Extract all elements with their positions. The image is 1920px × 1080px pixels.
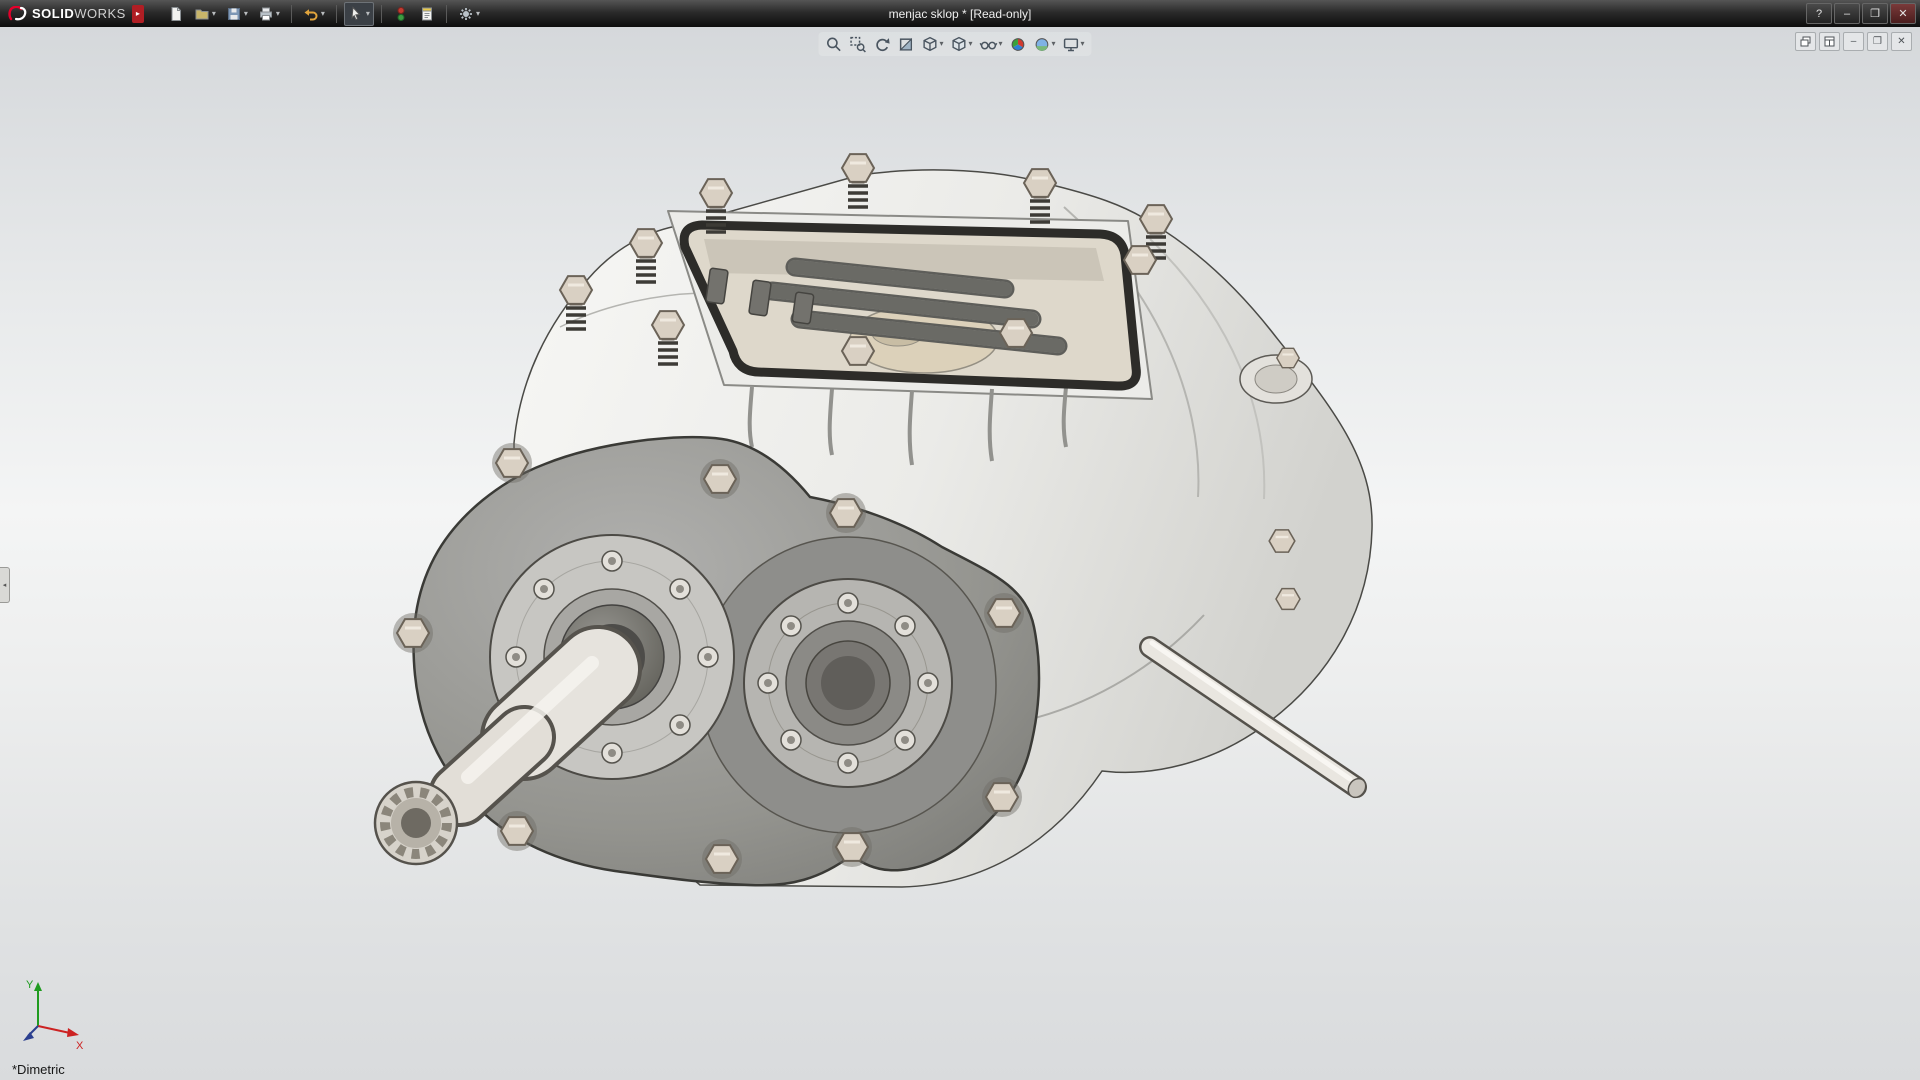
open-dropdown-caret[interactable]: ▾ [212,10,216,18]
document-restore-button[interactable]: ❐ [1867,32,1888,51]
zoom-to-fit-button[interactable] [822,33,845,55]
hide-show-items-button[interactable]: ▾ [976,33,1005,55]
edit-appearance-button[interactable] [1007,33,1030,55]
new-document-button[interactable] [164,2,188,26]
brand-text: SOLIDWORKS [32,6,126,21]
open-button[interactable]: ▾ [190,2,220,26]
print-icon [258,6,274,22]
section-view-button[interactable] [894,33,917,55]
splined-shaft-end [375,782,457,864]
view-orientation-icon [921,36,938,53]
display-style-button[interactable]: ▾ [947,33,975,55]
undo-dropdown-caret[interactable]: ▾ [321,10,325,18]
graphics-viewport[interactable]: ▾ ▾ ▾ [0,27,1920,1080]
undo-button[interactable]: ▾ [299,2,329,26]
file-properties-button[interactable] [415,2,439,26]
expand-panel-icon: ◂ [3,581,7,589]
logo-expand-icon[interactable]: ▸ [132,5,144,23]
select-button[interactable]: ▾ [344,2,374,26]
document-window-controls: – ❐ ✕ [1795,32,1912,51]
view-settings-button[interactable]: ▾ [1060,33,1088,55]
previous-view-button[interactable] [870,33,893,55]
display-style-caret[interactable]: ▾ [968,40,972,48]
minimize-button[interactable]: – [1834,3,1860,24]
view-orientation-button[interactable]: ▾ [918,33,946,55]
select-dropdown-caret[interactable]: ▾ [366,10,370,18]
view-settings-icon [1063,36,1080,53]
save-button[interactable]: ▾ [222,2,252,26]
print-button[interactable]: ▾ [254,2,284,26]
section-view-icon [897,36,914,53]
cascade-windows-button[interactable] [1795,32,1816,51]
apply-scene-caret[interactable]: ▾ [1052,40,1056,48]
save-icon [226,6,242,22]
triad-x-label: X [76,1040,84,1052]
zoom-to-area-icon [849,36,866,53]
undo-icon [303,6,319,22]
options-icon [458,6,474,22]
cascade-icon [1800,36,1811,47]
document-minimize-button[interactable]: – [1843,32,1864,51]
apply-scene-button[interactable]: ▾ [1031,33,1059,55]
view-settings-caret[interactable]: ▾ [1081,40,1085,48]
dassault-ds-icon [8,6,28,22]
toolbar-separator [446,5,447,23]
toolbar-separator [336,5,337,23]
document-close-button[interactable]: ✕ [1891,32,1912,51]
solidworks-logo: SOLIDWORKS ▸ [0,0,150,27]
edit-appearance-icon [1010,36,1027,53]
print-dropdown-caret[interactable]: ▾ [276,10,280,18]
reference-triad: Y X [16,974,96,1054]
view-orientation-caret[interactable]: ▾ [939,40,943,48]
rebuild-icon [393,6,409,22]
hide-show-items-icon [979,36,997,53]
close-button[interactable]: ✕ [1890,3,1916,24]
tile-icon [1824,36,1835,47]
toolbar-separator [291,5,292,23]
triad-y-label: Y [26,979,34,991]
apply-scene-icon [1034,36,1051,53]
file-properties-icon [419,6,435,22]
title-bar: SOLIDWORKS ▸ ▾ ▾ [0,0,1920,27]
hide-show-caret[interactable]: ▾ [998,40,1002,48]
toolbar-separator [381,5,382,23]
rebuild-button[interactable] [389,2,413,26]
view-orientation-label: *Dimetric [12,1062,65,1077]
main-toolbar: ▾ ▾ ▾ ▾ [164,2,484,26]
previous-view-icon [873,36,890,53]
gearbox-model[interactable] [0,27,1920,1080]
tile-windows-button[interactable] [1819,32,1840,51]
help-button[interactable]: ? [1806,3,1832,24]
window-title: menjac sklop * [Read-only] [889,0,1032,27]
featuremanager-collapsed-tab[interactable]: ◂ [0,567,10,603]
zoom-to-area-button[interactable] [846,33,869,55]
top-cover-opening[interactable] [684,225,1136,386]
secondary-boss[interactable] [744,579,952,787]
heads-up-view-toolbar: ▾ ▾ ▾ [818,32,1091,56]
maximize-button[interactable]: ❐ [1862,3,1888,24]
display-style-icon [950,36,967,53]
save-dropdown-caret[interactable]: ▾ [244,10,248,18]
window-controls: ? – ❐ ✕ [1806,0,1916,27]
select-arrow-icon [348,6,364,22]
open-icon [194,6,210,22]
options-dropdown-caret[interactable]: ▾ [476,10,480,18]
new-document-icon [168,6,184,22]
zoom-to-fit-icon [825,36,842,53]
options-button[interactable]: ▾ [454,2,484,26]
